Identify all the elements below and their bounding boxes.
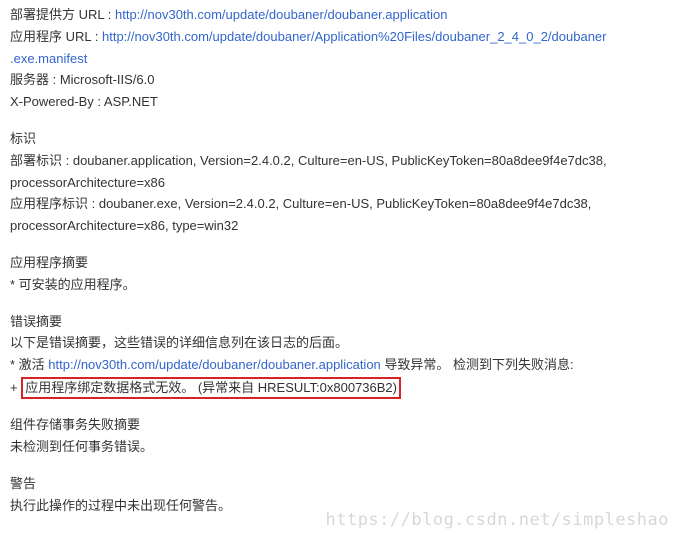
deploy-provider-line: 部署提供方 URL : http://nov30th.com/update/do… [10, 5, 667, 26]
deploy-provider-label: 部署提供方 URL : [10, 7, 115, 22]
identity-heading: 标识 [10, 129, 667, 150]
warn-heading: 警告 [10, 474, 667, 495]
error-summary-intro: 以下是错误摘要，这些错误的详细信息列在该日志的后面。 [10, 333, 667, 354]
error-highlight-box: 应用程序绑定数据格式无效。 (异常来自 HRESULT:0x800736B2) [21, 377, 401, 399]
deploy-identity-2: processorArchitecture=x86 [10, 173, 667, 194]
app-identity-1: 应用程序标识 : doubaner.exe, Version=2.4.0.2, … [10, 194, 667, 215]
log-content: 部署提供方 URL : http://nov30th.com/update/do… [0, 0, 677, 521]
error-detail-line: + 应用程序绑定数据格式无效。 (异常来自 HRESULT:0x800736B2… [10, 377, 667, 399]
activate-prefix: * 激活 [10, 357, 48, 372]
error-summary-heading: 错误摘要 [10, 312, 667, 333]
deploy-identity-1: 部署标识 : doubaner.application, Version=2.4… [10, 151, 667, 172]
activate-url[interactable]: http://nov30th.com/update/doubaner/douba… [48, 357, 380, 372]
app-summary-heading: 应用程序摘要 [10, 253, 667, 274]
app-url-part1[interactable]: http://nov30th.com/update/doubaner/Appli… [102, 29, 607, 44]
app-url-label: 应用程序 URL : [10, 29, 102, 44]
warn-msg: 执行此操作的过程中未出现任何警告。 [10, 496, 667, 517]
app-url-line-1: 应用程序 URL : http://nov30th.com/update/dou… [10, 27, 667, 48]
app-url-line-2: .exe.manifest [10, 49, 667, 70]
store-heading: 组件存储事务失败摘要 [10, 415, 667, 436]
store-msg: 未检测到任何事务错误。 [10, 437, 667, 458]
app-url-part2[interactable]: .exe.manifest [10, 51, 87, 66]
activate-line: * 激活 http://nov30th.com/update/doubaner/… [10, 355, 667, 376]
error-plus: + [10, 380, 21, 395]
deploy-provider-url[interactable]: http://nov30th.com/update/doubaner/douba… [115, 7, 447, 22]
app-identity-2: processorArchitecture=x86, type=win32 [10, 216, 667, 237]
server-line: 服务器 : Microsoft-IIS/6.0 [10, 70, 667, 91]
xpowered-line: X-Powered-By : ASP.NET [10, 92, 667, 113]
app-summary-item: * 可安装的应用程序。 [10, 275, 667, 296]
activate-suffix: 导致异常。 检测到下列失败消息: [381, 357, 574, 372]
